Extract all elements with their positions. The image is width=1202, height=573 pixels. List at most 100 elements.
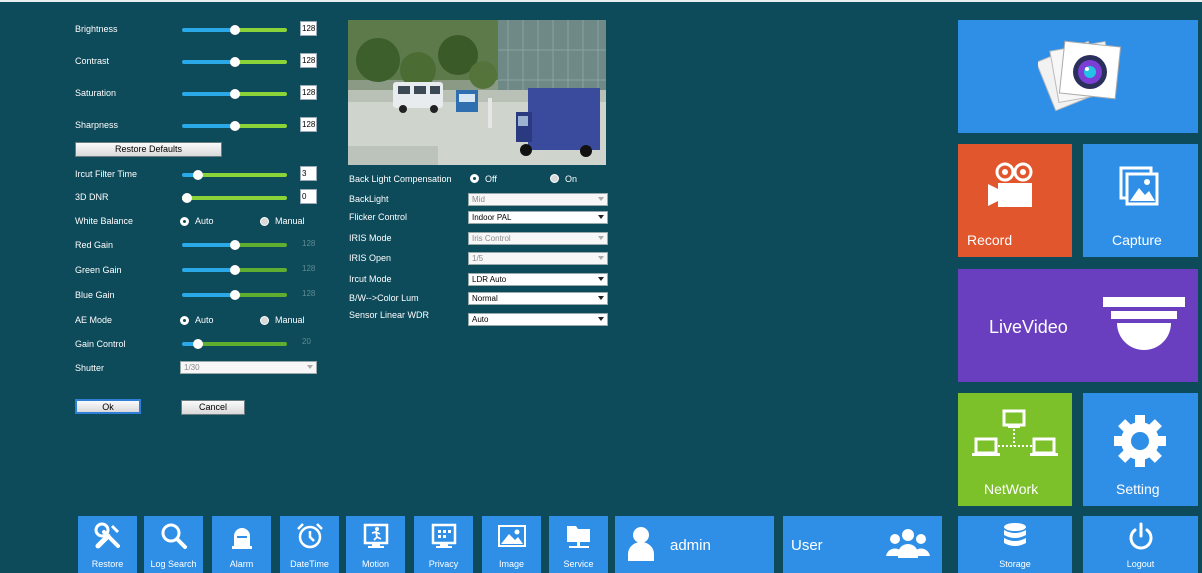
green-gain-value: 128 [302,264,316,273]
log-search-button[interactable]: Log Search [144,516,203,573]
record-label: Record [967,232,1013,248]
motion-label: Motion [361,559,389,569]
logout-label: Logout [1126,559,1155,569]
cancel-button[interactable]: Cancel [181,400,245,415]
slider-knob[interactable] [230,240,240,250]
user-label: User [791,537,823,554]
blc-off-radio[interactable] [470,174,479,183]
iris-mode-select[interactable]: Iris Control [468,232,608,245]
restore-defaults-button[interactable]: Restore Defaults [75,142,222,157]
restore-label: Restore [91,559,124,569]
user-icon [628,527,654,561]
3d-dnr-label: 3D DNR [75,192,109,202]
image-label: Image [498,559,524,569]
ae-mode-manual-label: Manual [275,315,305,325]
bw-color-lum-select[interactable]: Normal [468,292,608,305]
power-icon [1129,522,1152,550]
slider-knob[interactable] [230,57,240,67]
ae-mode-manual-radio[interactable] [260,316,269,325]
dome-camera-icon [1103,297,1185,350]
username-label: admin [670,537,711,554]
slider-knob[interactable] [230,121,240,131]
sharpness-slider[interactable] [182,121,287,131]
backlight-label: BackLight [349,194,389,204]
green-gain-slider[interactable] [182,265,287,275]
gain-control-slider[interactable] [182,339,287,349]
brightness-slider[interactable] [182,25,287,35]
network-tile[interactable]: NetWork [958,393,1072,506]
blue-gain-slider[interactable] [182,290,287,300]
datetime-label: DateTime [290,559,329,569]
capture-tile[interactable]: Capture [1083,144,1198,257]
sharpness-value[interactable]: 128 [300,117,317,132]
sensor-linear-wdr-select[interactable]: Auto [468,313,608,326]
privacy-button[interactable]: Privacy [414,516,473,573]
privacy-mask-icon [431,523,456,548]
bw-color-lum-value: Normal [472,294,498,303]
white-balance-auto-radio[interactable] [180,217,189,226]
alarm-light-icon [231,528,252,549]
shutter-value: 1/30 [184,363,200,372]
storage-button[interactable]: Storage [958,516,1072,573]
ircut-filter-time-label: Ircut Filter Time [75,169,138,179]
user-group-icon [886,529,930,558]
user-management-button[interactable]: User [783,516,942,573]
datetime-button[interactable]: DateTime [280,516,339,573]
blc-off-label: Off [485,174,497,184]
shutter-select[interactable]: 1/30 [180,361,317,374]
red-gain-slider[interactable] [182,240,287,250]
photos-tile[interactable] [958,20,1198,133]
image-button[interactable]: Image [482,516,541,573]
record-tile[interactable]: Record [958,144,1072,257]
service-label: Service [563,559,594,569]
network-label: NetWork [984,481,1039,497]
slider-knob[interactable] [182,193,192,203]
saturation-label: Saturation [75,88,117,98]
ircut-mode-value: LDR Auto [472,275,507,284]
saturation-value[interactable]: 128 [300,85,317,100]
slider-knob[interactable] [193,170,203,180]
iris-open-select[interactable]: 1/5 [468,252,608,265]
search-icon [161,523,187,549]
ok-button[interactable]: Ok [75,399,141,414]
chevron-down-icon [598,215,604,219]
slider-knob[interactable] [230,265,240,275]
contrast-value[interactable]: 128 [300,53,317,68]
logout-button[interactable]: Logout [1083,516,1198,573]
database-icon [1004,523,1026,546]
slider-knob[interactable] [230,25,240,35]
backlight-select[interactable]: Mid [468,193,608,206]
ircut-mode-label: Ircut Mode [349,274,392,284]
slider-knob[interactable] [230,290,240,300]
flicker-control-select[interactable]: Indoor PAL [468,211,608,224]
green-gain-label: Green Gain [75,265,122,275]
white-balance-auto-label: Auto [195,216,214,226]
white-balance-manual-radio[interactable] [260,217,269,226]
livevideo-tile[interactable]: LiveVideo [958,269,1198,382]
ircut-mode-select[interactable]: LDR Auto [468,273,608,286]
ae-mode-auto-radio[interactable] [180,316,189,325]
contrast-slider[interactable] [182,57,287,67]
user-account-panel[interactable]: admin [615,516,774,573]
motion-button[interactable]: Motion [346,516,405,573]
white-balance-manual-label: Manual [275,216,305,226]
ircut-filter-time-value[interactable]: 3 [300,166,317,181]
image-icon [497,525,526,547]
blc-on-radio[interactable] [550,174,559,183]
ae-mode-label: AE Mode [75,315,113,325]
3d-dnr-slider[interactable] [182,193,287,203]
slider-knob[interactable] [193,339,203,349]
restore-button[interactable]: Restore [78,516,137,573]
service-button[interactable]: Service [549,516,608,573]
alarm-button[interactable]: Alarm [212,516,271,573]
ircut-filter-time-slider[interactable] [182,170,287,180]
tools-icon [94,522,120,549]
folder-network-icon [566,526,590,548]
setting-tile[interactable]: Setting [1083,393,1198,506]
camera-preview [348,20,606,165]
saturation-slider[interactable] [182,89,287,99]
slider-knob[interactable] [230,89,240,99]
chevron-down-icon [598,277,604,281]
3d-dnr-value[interactable]: 0 [300,189,317,204]
brightness-value[interactable]: 128 [300,21,317,36]
